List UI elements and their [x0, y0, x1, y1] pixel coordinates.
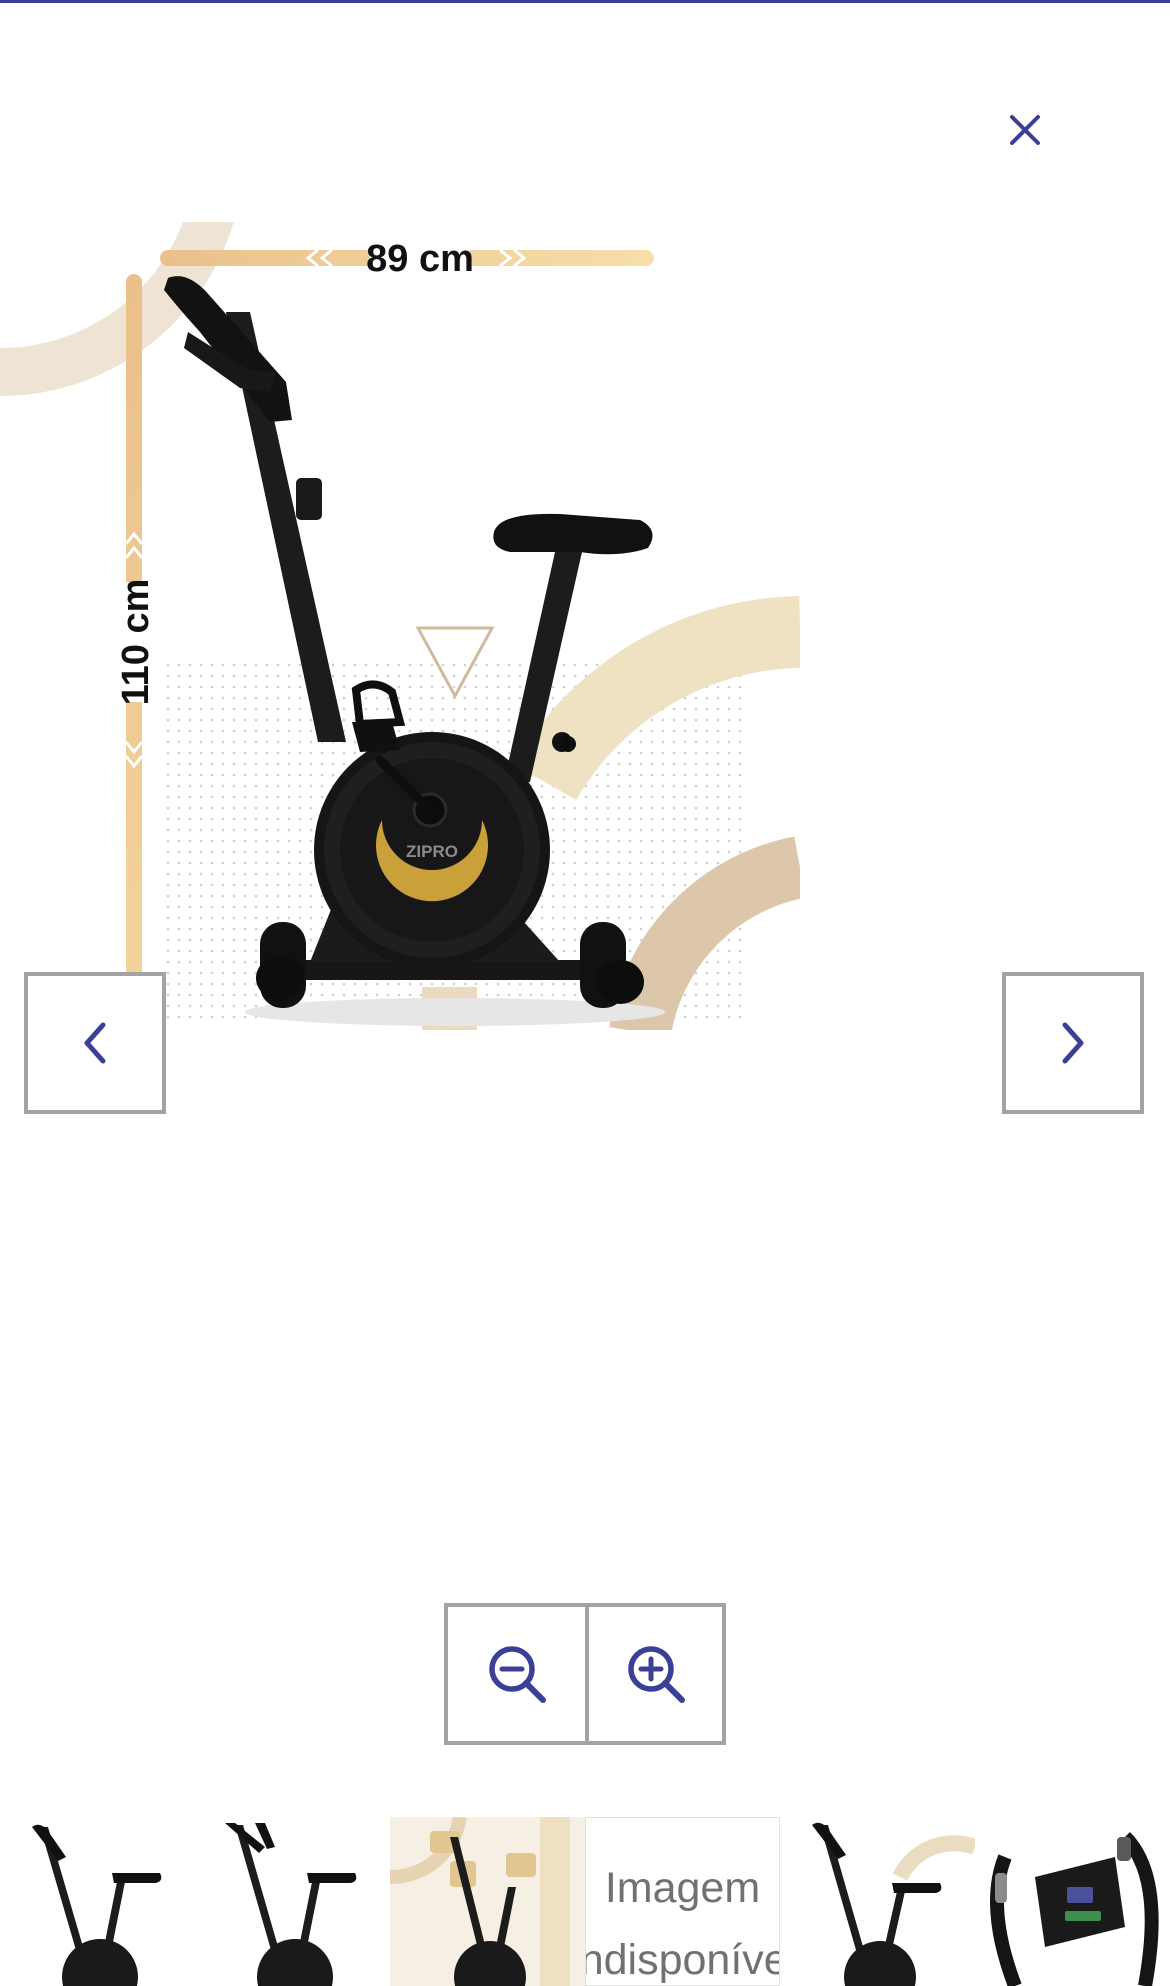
thumbnail-strip: Imagem Indisponível — [0, 1817, 1170, 1986]
zoom-out-icon — [488, 1646, 546, 1703]
next-image-button[interactable] — [1002, 972, 1144, 1114]
zoom-in-icon — [627, 1646, 685, 1703]
thumbnail-1[interactable] — [0, 1817, 195, 1986]
close-icon — [1010, 115, 1040, 145]
previous-image-button[interactable] — [24, 972, 166, 1114]
close-button[interactable] — [995, 100, 1055, 160]
chevron-right-icon — [1062, 1022, 1084, 1064]
product-image: 89 cm 110 cm ZIPRO — [0, 222, 800, 1030]
thumbnail-unavailable[interactable]: Imagem Indisponível — [585, 1817, 780, 1986]
zoom-controls — [444, 1603, 726, 1745]
top-accent-bar — [0, 0, 1170, 3]
thumbnail-3[interactable] — [390, 1817, 585, 1986]
width-dimension-label: 89 cm — [366, 238, 474, 280]
height-dimension-label: 110 cm — [115, 579, 157, 706]
zoom-out-button[interactable] — [448, 1607, 585, 1741]
thumbnail-2[interactable] — [195, 1817, 390, 1986]
thumbnail-5[interactable] — [780, 1817, 975, 1986]
zoom-in-button[interactable] — [585, 1607, 722, 1741]
chevron-left-icon — [84, 1022, 106, 1064]
brand-logo: ZIPRO — [406, 842, 458, 861]
unavailable-text-line1: Imagem — [604, 1864, 761, 1912]
unavailable-text-line2: Indisponível — [586, 1936, 779, 1984]
thumbnail-6[interactable] — [975, 1817, 1170, 1986]
